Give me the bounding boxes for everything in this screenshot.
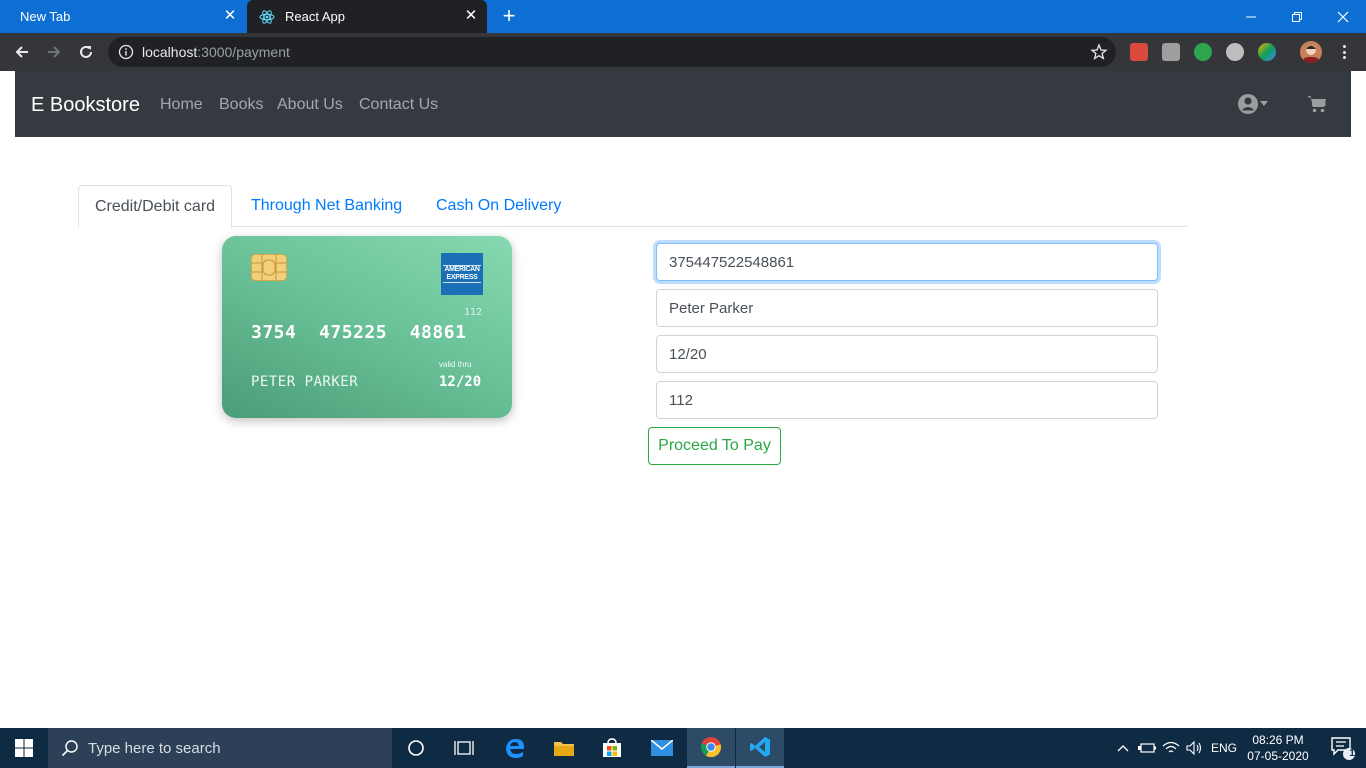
taskbar-search-box[interactable]: Type here to search: [48, 728, 392, 768]
wifi-icon[interactable]: [1160, 728, 1182, 768]
brand-logo-text[interactable]: E Bookstore: [31, 94, 140, 117]
search-placeholder: Type here to search: [88, 739, 221, 757]
browser-menu-icon[interactable]: [1336, 42, 1352, 62]
system-clock[interactable]: 08:26 PM 07-05-2020: [1240, 732, 1316, 764]
proceed-to-pay-button[interactable]: Proceed To Pay: [648, 427, 781, 465]
user-account-dropdown-icon[interactable]: [1237, 93, 1271, 115]
nav-link-home[interactable]: Home: [160, 96, 203, 114]
nav-link-books[interactable]: Books: [219, 96, 263, 114]
url-host: localhost: [142, 44, 198, 60]
card-holder-name-input[interactable]: Peter Parker: [656, 289, 1158, 327]
address-bar[interactable]: localhost:3000/payment: [108, 37, 1116, 67]
url-path: :3000/payment: [197, 44, 290, 60]
cortana-icon[interactable]: [392, 728, 440, 768]
card-number-input[interactable]: 375447522548861: [656, 243, 1158, 281]
url-text: localhost:3000/payment: [142, 44, 290, 60]
tab-net-banking[interactable]: Through Net Banking: [235, 185, 418, 227]
credit-card-preview: AMERICAN EXPRESS 112 3754 475225 48861 v…: [222, 236, 512, 418]
back-arrow-icon[interactable]: [10, 40, 34, 64]
file-explorer-icon[interactable]: [540, 728, 588, 768]
window-close-icon[interactable]: [1320, 0, 1366, 33]
reload-icon[interactable]: [74, 40, 98, 64]
nav-link-about-us[interactable]: About Us: [277, 96, 343, 114]
clock-date: 07-05-2020: [1247, 749, 1309, 763]
windows-start-icon[interactable]: [0, 728, 48, 768]
notification-center-icon[interactable]: 1: [1320, 728, 1366, 768]
tab-new-tab[interactable]: New Tab ✕: [0, 0, 246, 33]
card-number-text: 3754 475225 48861: [251, 322, 467, 343]
cart-icon[interactable]: [1307, 95, 1327, 113]
restore-icon[interactable]: [1274, 0, 1320, 33]
card-chip-icon: [251, 254, 287, 281]
info-icon[interactable]: [118, 44, 134, 60]
close-icon[interactable]: ✕: [223, 8, 237, 23]
tab-credit-debit-card[interactable]: Credit/Debit card: [78, 185, 233, 228]
card-expiry-text: 12/20: [439, 374, 482, 390]
browser-tab-bar: New Tab ✕ React App ✕ +: [0, 0, 1366, 33]
extension-3-icon[interactable]: [1194, 43, 1212, 61]
bookmark-star-icon[interactable]: [1090, 43, 1108, 61]
browser-toolbar: localhost:3000/payment: [0, 33, 1366, 71]
new-tab-plus-icon[interactable]: +: [498, 5, 520, 27]
extension-4-icon[interactable]: [1226, 43, 1244, 61]
show-hidden-icons-chevron-icon[interactable]: [1112, 728, 1134, 768]
edge-browser-icon[interactable]: [491, 728, 539, 768]
valid-thru-label: valid thru: [439, 360, 472, 369]
nav-link-contact-us[interactable]: Contact Us: [359, 96, 438, 114]
tab-title: New Tab: [20, 9, 71, 24]
microsoft-store-icon[interactable]: [588, 728, 636, 768]
language-indicator[interactable]: ENG: [1208, 728, 1240, 768]
vscode-icon[interactable]: [736, 728, 784, 768]
react-logo-icon: [259, 9, 275, 25]
extension-5-icon[interactable]: [1258, 43, 1276, 61]
volume-icon[interactable]: [1184, 728, 1206, 768]
card-cvc-text: 112: [464, 307, 483, 318]
search-icon: [61, 739, 79, 757]
amex-logo-icon: AMERICAN EXPRESS: [441, 253, 483, 295]
extension-1-icon[interactable]: [1130, 43, 1148, 61]
expiry-input[interactable]: 12/20: [656, 335, 1158, 373]
battery-icon[interactable]: [1136, 728, 1158, 768]
card-holder-name: PETER PARKER: [251, 374, 359, 390]
notification-count-badge: 1: [1349, 748, 1355, 759]
close-icon[interactable]: ✕: [464, 8, 478, 23]
task-view-icon[interactable]: [440, 728, 488, 768]
windows-taskbar: Type here to search ENG 08:26 PM 07-05-2…: [0, 728, 1366, 768]
tab-title: React App: [285, 9, 345, 24]
cvc-input[interactable]: 112: [656, 381, 1158, 419]
extension-2-icon[interactable]: [1162, 43, 1180, 61]
app-navbar: E Bookstore Home Books About Us Contact …: [15, 71, 1351, 137]
chrome-icon[interactable]: [687, 728, 735, 768]
tab-cash-on-delivery[interactable]: Cash On Delivery: [420, 185, 577, 227]
amex-logo-text: AMERICAN EXPRESS: [443, 265, 481, 283]
tab-react-app[interactable]: React App ✕: [247, 0, 487, 33]
clock-time: 08:26 PM: [1252, 733, 1304, 747]
payment-method-tabs: Credit/Debit card Through Net Banking Ca…: [78, 185, 1187, 228]
mail-icon[interactable]: [638, 728, 686, 768]
forward-arrow-icon[interactable]: [42, 40, 66, 64]
minimize-icon[interactable]: [1228, 0, 1274, 33]
profile-avatar[interactable]: [1300, 41, 1322, 63]
